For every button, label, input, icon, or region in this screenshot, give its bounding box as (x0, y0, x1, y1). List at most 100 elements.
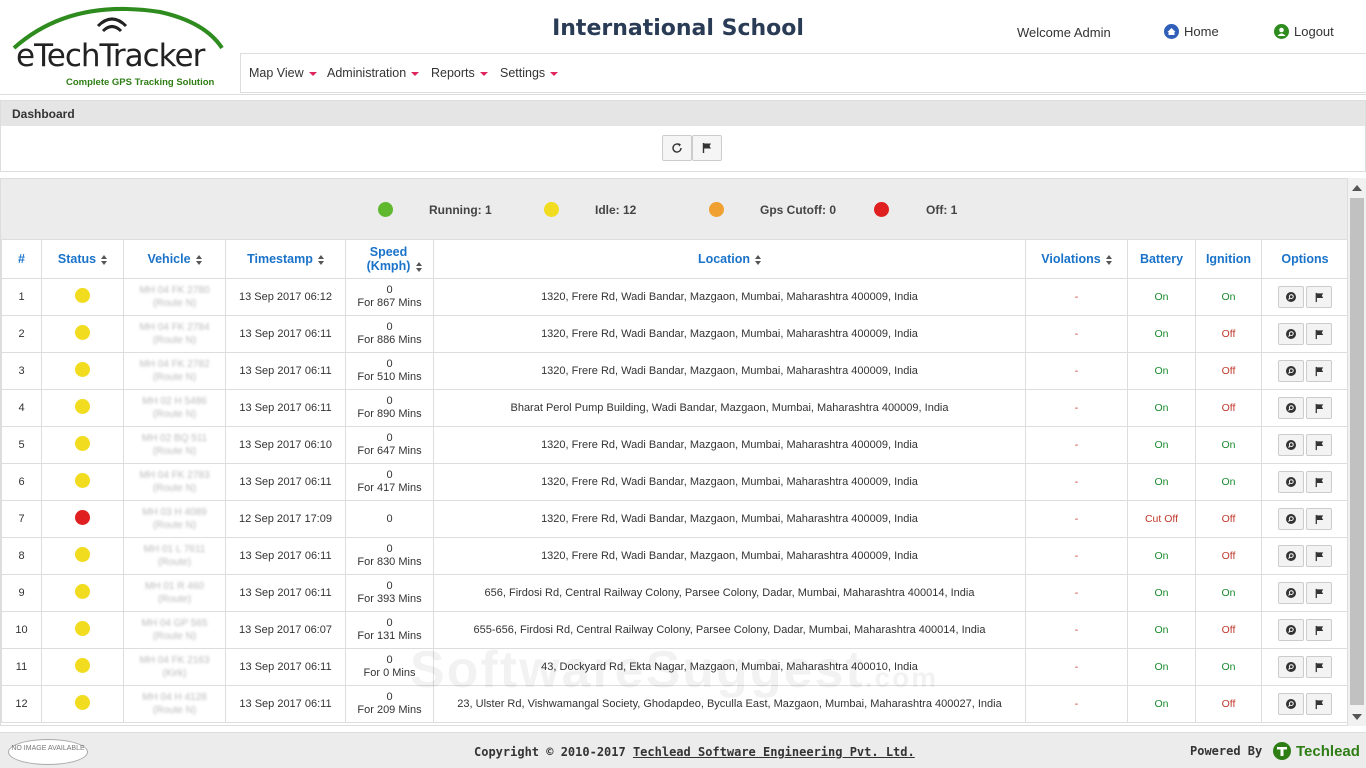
vehicle-cell[interactable]: MH 04 FK 2784 (Route N) (123, 315, 226, 353)
vehicle-number: MH 04 FK 2783 (139, 470, 210, 481)
flag-button[interactable] (1306, 582, 1332, 604)
etechtracker-logo[interactable]: eTechTracker Complete GPS Tracking Solut… (10, 4, 232, 90)
idle-duration: For 867 Mins (357, 297, 422, 309)
copyright-text: Copyright © 2010-2017 Techlead Software … (474, 745, 915, 759)
caret-down-icon (308, 71, 317, 76)
flag-button[interactable] (1306, 508, 1332, 530)
vehicle-cell[interactable]: MH 03 H 4089 (Route N) (123, 500, 226, 538)
violations-cell: - (1025, 574, 1128, 612)
locate-button[interactable] (1278, 693, 1304, 715)
scrollbar-thumb[interactable] (1350, 198, 1364, 705)
vehicle-cell[interactable]: MH 04 FK 2782 (Route N) (123, 352, 226, 390)
table-row[interactable]: 7 MH 03 H 4089 (Route N) 12 Sep 2017 17:09 0… (1, 500, 1347, 538)
battery-status: On (1154, 290, 1169, 303)
vehicle-cell[interactable]: MH 01 R 460 (Route) (123, 574, 226, 612)
menu-administration[interactable]: Administration (327, 66, 420, 80)
idle-count: Idle: 12 (595, 203, 637, 217)
col-label: Battery (1139, 252, 1184, 266)
table-row[interactable]: 11 MH 04 FK 2163 (Kirk) 13 Sep 2017 06:11 0 F… (1, 648, 1347, 686)
col-vehicle[interactable]: Vehicle (123, 239, 226, 279)
table-row[interactable]: 6 MH 04 FK 2783 (Route N) 13 Sep 2017 06:11… (1, 463, 1347, 501)
col-status[interactable]: Status (41, 239, 124, 279)
company-link[interactable]: Techlead Software Engineering Pvt. Ltd. (633, 745, 915, 759)
battery-cell: On (1127, 352, 1196, 390)
battery-cell: On (1127, 426, 1196, 464)
flag-button[interactable] (1306, 545, 1332, 567)
menu-map-view[interactable]: Map View (249, 66, 317, 80)
flag-button[interactable] (1306, 323, 1332, 345)
speed-cell: 0 For 510 Mins (345, 352, 434, 390)
table-row[interactable]: 4 MH 02 H 5486 (Route N) 13 Sep 2017 06:11 0… (1, 389, 1347, 427)
flag-button[interactable] (1306, 434, 1332, 456)
speed-value: 0 (386, 395, 393, 407)
menu-settings[interactable]: Settings (500, 66, 559, 80)
locate-button[interactable] (1278, 434, 1304, 456)
flag-button[interactable] (692, 135, 722, 161)
vehicle-cell[interactable]: MH 04 FK 2783 (Route N) (123, 463, 226, 501)
scroll-up-arrow-icon[interactable] (1352, 185, 1362, 191)
violations-cell: - (1025, 278, 1128, 316)
vehicle-cell[interactable]: MH 02 H 5486 (Route N) (123, 389, 226, 427)
ignition-cell: Off (1195, 389, 1262, 427)
options-cell (1261, 574, 1347, 612)
locate-button[interactable] (1278, 545, 1304, 567)
techlead-text: Techlead (1296, 742, 1360, 760)
flag-button[interactable] (1306, 471, 1332, 493)
violations-value: - (1074, 549, 1079, 562)
flag-button[interactable] (1306, 656, 1332, 678)
table-row[interactable]: 8 MH 01 L 7611 (Route) 13 Sep 2017 06:11 0 Fo… (1, 537, 1347, 575)
table-row[interactable]: 3 MH 04 FK 2782 (Route N) 13 Sep 2017 06:11… (1, 352, 1347, 390)
scroll-down-arrow-icon[interactable] (1352, 714, 1362, 720)
refresh-button[interactable] (662, 135, 692, 161)
flag-icon (702, 143, 711, 153)
locate-button[interactable] (1278, 286, 1304, 308)
locate-button[interactable] (1278, 397, 1304, 419)
vehicle-cell[interactable]: MH 01 L 7611 (Route) (123, 537, 226, 575)
menu-reports[interactable]: Reports (431, 66, 488, 80)
col-speed[interactable]: Speed (Kmph) (345, 239, 434, 279)
vehicle-route: (Route N) (152, 705, 197, 716)
flag-button[interactable] (1306, 286, 1332, 308)
locate-button[interactable] (1278, 656, 1304, 678)
violations-value: - (1074, 660, 1079, 673)
vehicle-cell[interactable]: MH 02 BQ 511 (Route N) (123, 426, 226, 464)
table-row[interactable]: 2 MH 04 FK 2784 (Route N) 13 Sep 2017 06:11… (1, 315, 1347, 353)
locate-button[interactable] (1278, 508, 1304, 530)
flag-button[interactable] (1306, 397, 1332, 419)
vehicle-cell[interactable]: MH 04 FK 2163 (Kirk) (123, 648, 226, 686)
locate-button[interactable] (1278, 471, 1304, 493)
vehicle-cell[interactable]: MH 04 H 4128 (Route N) (123, 685, 226, 723)
table-row[interactable]: 9 MH 01 R 460 (Route) 13 Sep 2017 06:11 0 For… (1, 574, 1347, 612)
vehicle-cell[interactable]: MH 04 FK 2780 (Route N) (123, 278, 226, 316)
running-count: Running: 1 (429, 203, 492, 217)
ignition-cell: Off (1195, 537, 1262, 575)
techlead-logo[interactable]: Techlead (1272, 741, 1360, 761)
locate-button[interactable] (1278, 323, 1304, 345)
table-row[interactable]: 12 MH 04 H 4128 (Route N) 13 Sep 2017 06:11… (1, 685, 1347, 723)
logout-link[interactable]: Logout (1274, 24, 1334, 39)
locate-button[interactable] (1278, 582, 1304, 604)
flag-button[interactable] (1306, 693, 1332, 715)
ignition-cell: On (1195, 463, 1262, 501)
home-link[interactable]: Home (1164, 24, 1219, 39)
sort-icon (415, 261, 422, 272)
vehicle-cell[interactable]: MH 04 GP 565 (Route N) (123, 611, 226, 649)
locate-button[interactable] (1278, 619, 1304, 641)
search-icon (1286, 366, 1296, 376)
flag-button[interactable] (1306, 619, 1332, 641)
table-row[interactable]: 1 MH 04 FK 2780 (Route N) 13 Sep 2017 06:12… (1, 278, 1347, 316)
row-number: 8 (1, 537, 42, 575)
ignition-status: Off (1221, 549, 1236, 562)
vertical-scrollbar[interactable] (1348, 178, 1366, 726)
table-row[interactable]: 5 MH 02 BQ 511 (Route N) 13 Sep 2017 06:10 0… (1, 426, 1347, 464)
col-violations[interactable]: Violations (1025, 239, 1128, 279)
locate-button[interactable] (1278, 360, 1304, 382)
col-timestamp[interactable]: Timestamp (225, 239, 346, 279)
dashboard-panel: Dashboard (0, 100, 1366, 172)
flag-button[interactable] (1306, 360, 1332, 382)
status-idle-indicator (75, 398, 90, 414)
timestamp-cell: 13 Sep 2017 06:11 (225, 315, 346, 353)
flag-icon (1315, 440, 1323, 450)
table-row[interactable]: 10 MH 04 GP 565 (Route N) 13 Sep 2017 06:07… (1, 611, 1347, 649)
col-location[interactable]: Location (433, 239, 1026, 279)
